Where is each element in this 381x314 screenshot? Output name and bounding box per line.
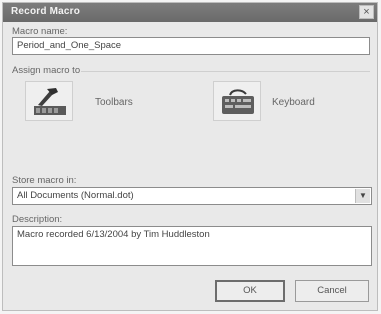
close-icon: × bbox=[363, 6, 370, 18]
cancel-button[interactable]: Cancel bbox=[295, 280, 369, 302]
keyboard-button[interactable] bbox=[213, 81, 261, 121]
macro-name-label: Macro name: bbox=[12, 26, 68, 37]
description-value: Macro recorded 6/13/2004 by Tim Huddlest… bbox=[17, 229, 210, 240]
description-textarea[interactable]: Macro recorded 6/13/2004 by Tim Huddlest… bbox=[12, 226, 372, 266]
assign-macro-label: Assign macro to bbox=[12, 65, 81, 76]
keyboard-label: Keyboard bbox=[272, 97, 315, 108]
record-macro-dialog: Record Macro × Macro name: Period_and_On… bbox=[2, 2, 378, 311]
macro-name-value: Period_and_One_Space bbox=[17, 40, 122, 51]
toolbars-label: Toolbars bbox=[95, 97, 133, 108]
macro-name-input[interactable]: Period_and_One_Space bbox=[12, 37, 370, 55]
window-title: Record Macro bbox=[11, 6, 81, 17]
chevron-down-icon[interactable]: ▼ bbox=[355, 189, 370, 203]
title-bar: Record Macro × bbox=[3, 3, 377, 22]
store-macro-select[interactable]: All Documents (Normal.dot) ▼ bbox=[12, 187, 372, 205]
assign-divider bbox=[81, 71, 370, 72]
store-macro-value: All Documents (Normal.dot) bbox=[17, 190, 134, 201]
toolbar-hammer-icon bbox=[34, 88, 66, 115]
description-label: Description: bbox=[12, 214, 63, 225]
toolbars-button[interactable] bbox=[25, 81, 73, 121]
keyboard-icon bbox=[222, 89, 254, 114]
ok-button[interactable]: OK bbox=[215, 280, 285, 302]
close-button[interactable]: × bbox=[359, 5, 374, 19]
store-macro-label: Store macro in: bbox=[12, 175, 77, 186]
